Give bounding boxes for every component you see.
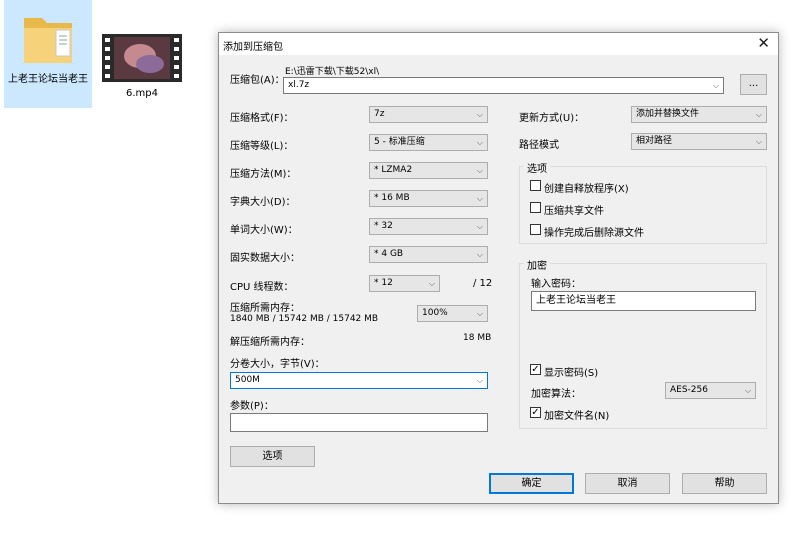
method-label: 压缩方法(M)： (230, 169, 297, 180)
format-value: 7z (374, 109, 385, 119)
enc-method-label: 加密算法： (531, 389, 581, 400)
solid-combo[interactable]: * 4 GB ⌵ (369, 246, 488, 263)
archive-name-combo[interactable]: xl.7z ⌵ (283, 77, 724, 94)
sfx-checkbox[interactable] (530, 180, 541, 191)
mem-percent-value: 100% (422, 308, 448, 318)
sfx-label: 创建自释放程序(X) (544, 184, 629, 195)
chevron-down-icon: ⌵ (476, 222, 483, 231)
browse-button[interactable]: ... (740, 74, 767, 95)
word-combo[interactable]: * 32 ⌵ (369, 218, 488, 235)
chevron-down-icon: ⌵ (744, 386, 751, 395)
options-button[interactable]: 选项 (230, 446, 315, 467)
encryption-group-title: 加密 (524, 257, 550, 272)
enc-method-value: AES-256 (670, 385, 708, 395)
word-value: * 32 (374, 221, 393, 231)
chevron-down-icon: ⌵ (476, 138, 483, 147)
solid-value: * 4 GB (374, 249, 404, 259)
update-value: 添加并替换文件 (636, 109, 700, 119)
solid-label: 固实数据大小： (230, 253, 300, 264)
threads-total: / 12 (473, 278, 493, 289)
ok-button[interactable]: 确定 (489, 473, 574, 494)
method-combo[interactable]: * LZMA2 ⌵ (369, 162, 488, 179)
chevron-down-icon: ⌵ (712, 81, 719, 90)
close-icon[interactable]: ✕ (757, 35, 770, 51)
format-label: 压缩格式(F)： (230, 113, 294, 124)
mem-comp-value: 1840 MB / 15742 MB / 15742 MB (230, 314, 379, 324)
video-label: 6.mp4 (126, 88, 158, 99)
method-value: * LZMA2 (374, 165, 413, 175)
video-thumbnail-icon (102, 34, 182, 82)
chevron-down-icon: ⌵ (755, 110, 762, 119)
delete-label: 操作完成后删除源文件 (544, 228, 644, 239)
split-combo[interactable]: 500M ⌵ (230, 372, 488, 389)
enc-method-combo[interactable]: AES-256 ⌵ (665, 382, 756, 399)
desktop-icon-video[interactable]: 6.mp4 (98, 32, 186, 102)
threads-combo[interactable]: * 12 ⌵ (369, 275, 440, 292)
split-value: 500M (235, 375, 260, 385)
word-label: 单词大小(W)： (230, 225, 298, 236)
cancel-button[interactable]: 取消 (585, 473, 670, 494)
split-label: 分卷大小，字节(V)： (230, 359, 325, 370)
delete-checkbox[interactable] (530, 224, 541, 235)
help-button[interactable]: 帮助 (682, 473, 767, 494)
chevron-down-icon: ⌵ (476, 376, 483, 385)
archive-label: 压缩包(A)： (230, 75, 285, 86)
chevron-down-icon: ⌵ (476, 250, 483, 259)
title-bar: 添加到压缩包 ✕ (219, 33, 778, 55)
mem-decomp-value: 18 MB (463, 333, 492, 343)
level-combo[interactable]: 5 - 标准压缩 ⌵ (369, 134, 488, 151)
add-to-archive-dialog: 添加到压缩包 ✕ 压缩包(A)： E:\迅雷下载\下载52\xl\ xl.7z … (218, 32, 779, 504)
chevron-down-icon: ⌵ (476, 166, 483, 175)
show-password-label: 显示密码(S) (544, 368, 599, 379)
dict-label: 字典大小(D)： (230, 197, 296, 208)
dict-value: * 16 MB (374, 193, 410, 203)
password-input[interactable]: 上老王论坛当老王 (531, 291, 756, 311)
params-input[interactable] (230, 413, 488, 432)
format-combo[interactable]: 7z ⌵ (369, 106, 488, 123)
dict-combo[interactable]: * 16 MB ⌵ (369, 190, 488, 207)
archive-name-value: xl.7z (288, 80, 310, 90)
options-group-title: 选项 (524, 160, 550, 175)
dialog-title: 添加到压缩包 (223, 42, 283, 53)
params-label: 参数(P)： (230, 401, 274, 412)
chevron-down-icon: ⌵ (428, 279, 435, 288)
show-password-checkbox[interactable]: ✓ (530, 364, 541, 375)
path-mode-combo[interactable]: 相对路径 ⌵ (631, 133, 767, 150)
level-label: 压缩等级(L)： (230, 141, 294, 152)
folder-icon (24, 18, 72, 63)
path-mode-value: 相对路径 (636, 136, 673, 146)
level-value: 5 - 标准压缩 (374, 137, 425, 147)
encrypt-names-checkbox[interactable]: ✓ (530, 407, 541, 418)
threads-label: CPU 线程数： (230, 282, 294, 293)
update-label: 更新方式(U)： (519, 113, 585, 124)
mem-comp-label: 压缩所需内存： (230, 303, 300, 314)
mem-percent-combo[interactable]: 100% ⌵ (417, 305, 488, 322)
password-label: 输入密码： (531, 279, 581, 290)
shared-label: 压缩共享文件 (544, 206, 604, 217)
chevron-down-icon: ⌵ (476, 309, 483, 318)
path-mode-label: 路径模式 (519, 140, 559, 151)
chevron-down-icon: ⌵ (476, 194, 483, 203)
folder-label: 上老王论坛当老王 (8, 74, 88, 85)
mem-decomp-label: 解压缩所需内存： (230, 337, 310, 348)
update-combo[interactable]: 添加并替换文件 ⌵ (631, 106, 767, 123)
shared-checkbox[interactable] (530, 202, 541, 213)
chevron-down-icon: ⌵ (476, 110, 483, 119)
desktop-icon-folder[interactable]: 上老王论坛当老王 (4, 0, 92, 108)
archive-path-text: E:\迅雷下载\下载52\xl\ (285, 67, 380, 77)
encrypt-names-label: 加密文件名(N) (544, 411, 610, 422)
threads-value: * 12 (374, 278, 393, 288)
chevron-down-icon: ⌵ (755, 137, 762, 146)
